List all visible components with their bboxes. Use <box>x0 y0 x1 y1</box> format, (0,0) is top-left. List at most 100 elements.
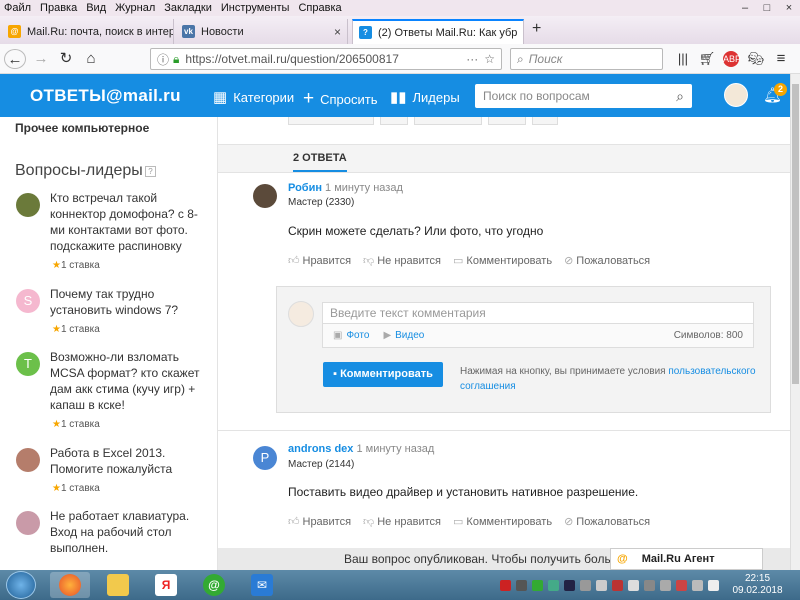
photo-attach-button[interactable]: ▣ Фото <box>333 330 369 341</box>
reload-icon[interactable]: ↻ <box>55 49 77 69</box>
question-text[interactable]: Работа в Excel 2013. Помогите пожалуйста <box>50 445 210 477</box>
nav-ask[interactable]: + Спросить <box>303 88 378 110</box>
speaker-icon[interactable] <box>708 579 719 591</box>
menu-view[interactable]: Вид <box>86 2 106 14</box>
avatar[interactable] <box>253 184 277 208</box>
taskbar-explorer[interactable] <box>98 572 138 598</box>
like-button[interactable]: 👍︎ Нравится <box>288 254 351 267</box>
author-name[interactable]: Робин <box>288 182 322 194</box>
avatar[interactable] <box>16 448 40 472</box>
taskbar-mail[interactable]: ✉ <box>242 572 282 598</box>
url-bar[interactable]: ⓘ 🔒︎ https://otvet.mail.ru/question/2065… <box>150 48 502 70</box>
minimize-button[interactable]: – <box>734 0 756 16</box>
nav-leaders[interactable]: ▮▮ Лидеры <box>390 88 460 106</box>
submit-comment-button[interactable]: ▪ Комментировать <box>323 362 443 387</box>
tray-icon[interactable] <box>612 579 623 591</box>
tab-mailru[interactable]: @ Mail.Ru: почта, поиск в интер × <box>2 19 174 44</box>
tray-icon[interactable] <box>580 579 591 591</box>
start-button[interactable] <box>6 571 36 599</box>
addon-abp-icon[interactable]: ABP <box>723 51 741 67</box>
page-actions-icon[interactable]: ··· <box>466 52 478 66</box>
mail-agent-widget[interactable]: @ Mail.Ru Агент <box>610 548 763 570</box>
tray-icon[interactable] <box>660 579 671 591</box>
avatar[interactable]: S <box>16 289 40 313</box>
dislike-button[interactable]: 👎︎ Не нравится <box>363 515 441 528</box>
toolbar-button[interactable] <box>414 117 482 125</box>
menu-history[interactable]: Журнал <box>115 2 155 14</box>
volume-icon[interactable] <box>596 579 607 591</box>
tray-icon[interactable] <box>532 579 543 591</box>
avatar[interactable] <box>16 511 40 535</box>
user-avatar[interactable] <box>724 83 748 107</box>
report-button[interactable]: ⊘ Пожаловаться <box>564 254 650 267</box>
tab-otvet[interactable]: ? (2) Ответы Mail.Ru: Как убр × <box>352 19 524 44</box>
menu-tools[interactable]: Инструменты <box>221 2 290 14</box>
nav-categories[interactable]: ▦ Категории <box>213 88 294 106</box>
help-icon[interactable]: ? <box>145 166 156 177</box>
leader-question[interactable]: S Почему так трудно установить windows 7… <box>15 286 215 341</box>
tray-icon[interactable] <box>692 579 703 591</box>
leader-question[interactable]: Не работает клавиатура. Вход на рабочий … <box>15 508 215 568</box>
toolbar-button[interactable] <box>488 117 526 125</box>
menu-bookmarks[interactable]: Закладки <box>164 2 212 14</box>
taskbar-firefox[interactable] <box>50 572 90 598</box>
close-icon[interactable]: × <box>517 26 523 40</box>
page-scrollbar[interactable] <box>790 74 800 570</box>
bluetooth-icon[interactable] <box>564 579 575 591</box>
tab-news[interactable]: vk Новости × <box>176 19 348 44</box>
new-tab-button[interactable]: + <box>532 20 541 38</box>
avatar[interactable] <box>16 193 40 217</box>
back-arrow-icon[interactable]: ← <box>4 49 26 69</box>
author-name[interactable]: androns dex <box>288 443 353 455</box>
menu-file[interactable]: Файл <box>4 2 31 14</box>
flag-icon[interactable] <box>628 579 639 591</box>
addon-icon[interactable]: 🎭︎ <box>745 49 767 69</box>
tray-icon[interactable] <box>676 579 687 591</box>
toolbar-button[interactable] <box>380 117 408 125</box>
avatar[interactable]: P <box>253 446 277 470</box>
like-button[interactable]: 👍︎ Нравится <box>288 515 351 528</box>
comment-input[interactable]: Введите текст комментария <box>322 302 754 324</box>
tray-icon[interactable] <box>500 579 511 591</box>
menu-edit[interactable]: Правка <box>40 2 77 14</box>
bookmark-star-icon[interactable]: ☆ <box>484 52 495 66</box>
toolbar-button[interactable] <box>532 117 558 125</box>
info-icon[interactable]: ⓘ <box>157 51 169 68</box>
library-icon[interactable]: ||| <box>672 49 694 69</box>
scrollbar-thumb[interactable] <box>792 84 799 384</box>
cart-icon[interactable]: 🛒︎ <box>696 49 718 69</box>
question-text[interactable]: Возможно-ли взломать MCSA формат? кто ск… <box>50 349 210 413</box>
close-window-button[interactable]: × <box>778 0 800 16</box>
answers-count-tab[interactable]: 2 ОТВЕТА <box>293 152 347 172</box>
question-text[interactable]: Почему так трудно установить windows 7? <box>50 286 210 318</box>
tray-icon[interactable] <box>548 579 559 591</box>
avatar[interactable]: T <box>16 352 40 376</box>
leader-question[interactable]: Кто встречал такой коннектор домофона? с… <box>15 190 215 271</box>
menu-help[interactable]: Справка <box>298 2 341 14</box>
site-logo[interactable]: ОТВЕТЫ@mail.ru <box>30 86 181 106</box>
leader-question[interactable]: T Возможно-ли взломать MCSA формат? кто … <box>15 349 215 430</box>
maximize-button[interactable]: □ <box>756 0 778 16</box>
dislike-button[interactable]: 👎︎ Не нравится <box>363 254 441 267</box>
forward-arrow-icon[interactable]: → <box>30 49 52 69</box>
clock[interactable]: 22:15 09.02.2018 <box>730 573 785 597</box>
toolbar-button[interactable] <box>288 117 374 125</box>
comment-button[interactable]: ▭ Комментировать <box>453 254 552 267</box>
leader-question[interactable]: Работа в Excel 2013. Помогите пожалуйста… <box>15 445 215 500</box>
taskbar-yandex[interactable]: Я <box>146 572 186 598</box>
video-attach-button[interactable]: ▶ Видео <box>383 330 424 341</box>
network-icon[interactable] <box>644 579 655 591</box>
home-icon[interactable]: ⌂ <box>80 49 102 69</box>
close-icon[interactable]: × <box>328 25 341 39</box>
question-text[interactable]: Не работает клавиатура. Вход на рабочий … <box>50 508 210 556</box>
comment-button[interactable]: ▭ Комментировать <box>453 515 552 528</box>
question-text[interactable]: Кто встречал такой коннектор домофона? с… <box>50 190 210 254</box>
category-title[interactable]: Прочее компьютерное <box>15 121 149 135</box>
search-icon[interactable]: ⌕ <box>676 88 684 105</box>
taskbar-mail-agent[interactable]: @ <box>194 572 234 598</box>
report-button[interactable]: ⊘ Пожаловаться <box>564 515 650 528</box>
browser-search-input[interactable]: ⌕ Поиск <box>510 48 663 70</box>
hamburger-menu-icon[interactable]: ≡ <box>770 49 792 69</box>
tray-icon[interactable] <box>516 579 527 591</box>
site-search-input[interactable]: Поиск по вопросам ⌕ <box>475 84 692 108</box>
